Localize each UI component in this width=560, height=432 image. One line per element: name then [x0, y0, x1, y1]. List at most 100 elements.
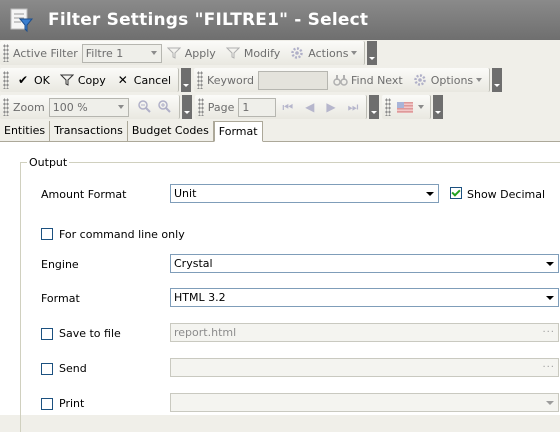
modify-label: Modify: [243, 46, 281, 60]
chevron-down-icon[interactable]: [147, 45, 161, 62]
send-checkbox[interactable]: [41, 363, 53, 375]
save-to-file-label: Save to file: [59, 327, 121, 340]
filter-app-icon: [8, 7, 34, 33]
send-target-field[interactable]: ···: [170, 358, 559, 377]
keyword-label: Keyword: [207, 73, 255, 87]
send-label: Send: [59, 362, 87, 375]
engine-value: Crystal: [174, 257, 213, 270]
toolbar-filter-row: Active Filter Filtre 1 Apply Modify Acti…: [0, 40, 560, 66]
page-toolbar: Page 1 ⏮ ◀ ▶ ⏭: [194, 95, 368, 119]
dialog-toolbar: ✔ OK Copy ✕ Cancel: [0, 68, 180, 92]
find-next-label: Find Next: [351, 73, 403, 87]
command-line-only-label: For command line only: [59, 228, 185, 241]
filter-copy-icon: [59, 72, 75, 88]
toolbar-overflow-button[interactable]: [492, 68, 503, 92]
close-icon: ✕: [117, 73, 128, 87]
ok-label: OK: [34, 73, 50, 87]
keyword-input[interactable]: [258, 70, 329, 90]
previous-page-icon[interactable]: ◀: [305, 100, 314, 114]
gear-icon: [412, 72, 428, 88]
search-toolbar: Keyword Find Next Options: [194, 68, 491, 92]
toolbar-overflow-button[interactable]: [433, 95, 444, 119]
zoom-toolbar: Zoom 100 %: [0, 95, 180, 119]
actions-label: Actions: [308, 46, 349, 60]
gear-icon: [289, 45, 305, 61]
filter-toolbar: Active Filter Filtre 1 Apply Modify Acti…: [0, 41, 366, 65]
tab-budget-codes[interactable]: Budget Codes: [128, 121, 214, 141]
copy-label: Copy: [77, 73, 106, 87]
toolbar-overflow-button[interactable]: [181, 68, 192, 92]
toolbar-grip[interactable]: [3, 98, 9, 116]
page-label: Page: [207, 100, 235, 114]
active-filter-value: Filtre 1: [85, 46, 124, 60]
modify-button[interactable]: Modify: [225, 45, 280, 61]
format-label: Format: [41, 292, 80, 305]
ok-button[interactable]: ✔ OK: [15, 72, 50, 88]
browse-ellipsis-icon[interactable]: ···: [542, 362, 555, 373]
toolbar-grip[interactable]: [197, 71, 204, 89]
toolbar-overflow-button[interactable]: [181, 95, 192, 119]
chevron-down-icon[interactable]: [423, 186, 437, 201]
save-to-file-path-field[interactable]: report.html ···: [170, 323, 559, 342]
chevron-down-icon[interactable]: [114, 99, 128, 116]
toolbar-overflow-button[interactable]: [369, 95, 380, 119]
chevron-down-icon[interactable]: [543, 395, 557, 410]
zoom-out-icon[interactable]: [137, 99, 151, 116]
tab-strip: Entities Transactions Budget Codes Forma…: [0, 121, 560, 142]
active-filter-combo[interactable]: Filtre 1: [81, 43, 162, 63]
options-label: Options: [430, 73, 474, 87]
print-checkbox[interactable]: [41, 398, 53, 410]
actions-menu-button[interactable]: Actions: [289, 45, 358, 61]
last-page-icon[interactable]: ⏭: [348, 100, 359, 115]
toolbar-grip[interactable]: [3, 71, 9, 89]
amount-format-label: Amount Format: [41, 188, 127, 201]
tab-transactions[interactable]: Transactions: [50, 121, 128, 141]
print-label: Print: [59, 397, 85, 410]
apply-button[interactable]: Apply: [166, 45, 216, 61]
toolbar-grip[interactable]: [3, 44, 9, 62]
options-menu-button[interactable]: Options: [412, 72, 483, 88]
first-page-icon[interactable]: ⏮: [282, 100, 293, 115]
output-group-label: Output: [27, 156, 70, 169]
browse-ellipsis-icon[interactable]: ···: [542, 327, 555, 338]
zoom-label: Zoom: [13, 100, 45, 114]
zoom-value: 100 %: [52, 100, 88, 114]
format-select[interactable]: HTML 3.2: [170, 288, 559, 307]
format-value: HTML 3.2: [174, 291, 226, 304]
cancel-button[interactable]: ✕ Cancel: [115, 72, 171, 88]
chevron-down-icon[interactable]: [543, 256, 557, 271]
zoom-combo[interactable]: 100 %: [48, 97, 129, 117]
zoom-in-icon[interactable]: [157, 99, 171, 116]
language-toolbar: [382, 95, 432, 119]
binoculars-icon: [332, 72, 348, 88]
next-page-icon[interactable]: ▶: [326, 100, 335, 114]
page-input[interactable]: 1: [238, 97, 277, 117]
chevron-down-icon[interactable]: [543, 290, 557, 305]
page-value: 1: [242, 100, 250, 114]
save-to-file-value: report.html: [174, 326, 237, 339]
save-to-file-checkbox[interactable]: [41, 328, 53, 340]
toolbar-overflow-button[interactable]: [367, 41, 378, 65]
show-decimal-label: Show Decimal: [467, 188, 546, 201]
show-decimal-checkbox[interactable]: [450, 187, 462, 199]
amount-format-value: Unit: [174, 187, 197, 200]
format-panel: Output Amount Format Unit Show Decimal F…: [0, 142, 560, 432]
find-next-button[interactable]: Find Next: [332, 72, 403, 88]
tab-entities[interactable]: Entities: [0, 121, 51, 141]
active-filter-label: Active Filter: [13, 46, 78, 60]
amount-format-select[interactable]: Unit: [170, 184, 439, 203]
cancel-label: Cancel: [133, 73, 172, 87]
copy-button[interactable]: Copy: [59, 72, 106, 88]
tab-format[interactable]: Format: [213, 121, 263, 142]
checkmark-icon: ✔: [17, 73, 29, 87]
apply-label: Apply: [184, 46, 216, 60]
filter-icon: [166, 45, 182, 61]
chevron-down-icon: [351, 51, 358, 55]
chevron-down-icon: [476, 78, 483, 82]
toolbar-grip[interactable]: [197, 98, 204, 116]
language-menu-button[interactable]: [397, 99, 425, 115]
command-line-only-checkbox[interactable]: [41, 228, 53, 240]
engine-select[interactable]: Crystal: [170, 254, 559, 273]
toolbar-grip[interactable]: [385, 98, 392, 116]
printer-select[interactable]: [170, 393, 559, 412]
